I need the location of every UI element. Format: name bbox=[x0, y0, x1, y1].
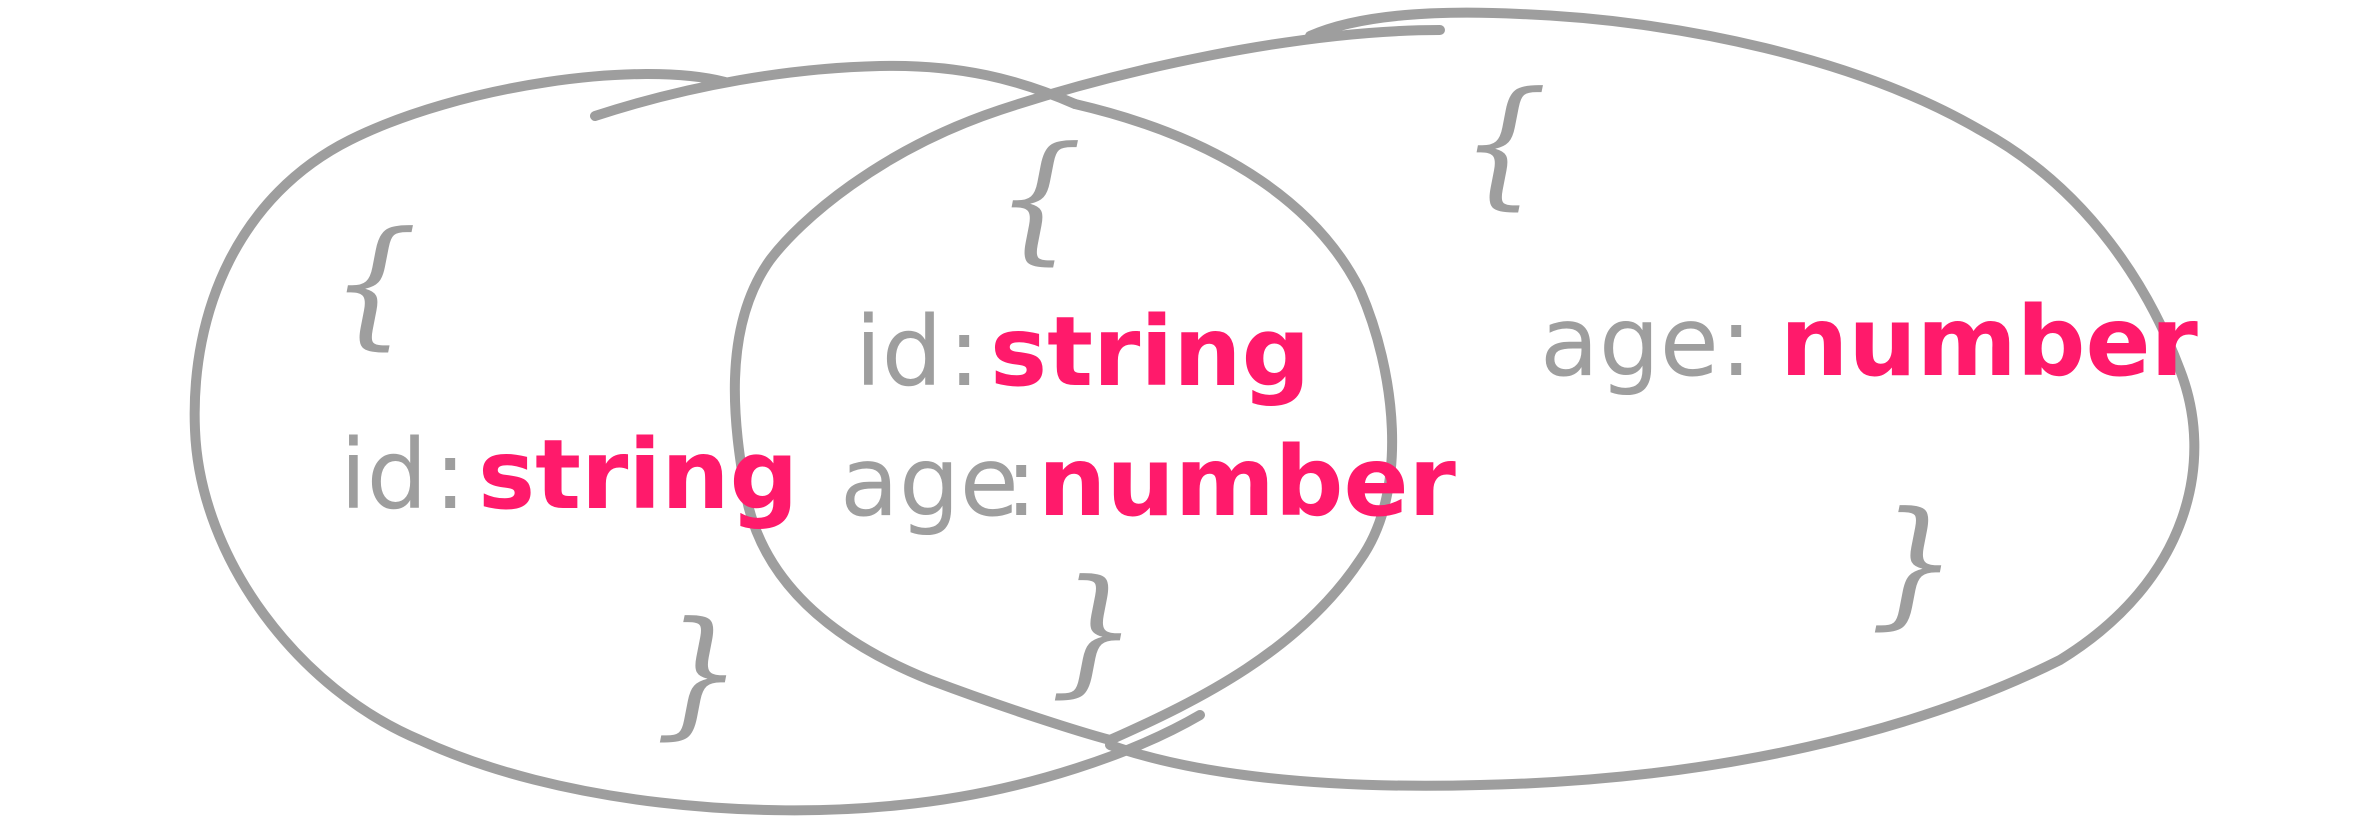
right-field-age: age : number bbox=[1540, 286, 2199, 398]
left-field-separator: : bbox=[434, 419, 466, 531]
right-field-age-separator: : bbox=[1720, 286, 1752, 398]
intersection-field-age-separator: : bbox=[1005, 426, 1037, 538]
left-close-brace: } bbox=[655, 592, 743, 753]
intersection-field-id-type: string bbox=[990, 296, 1310, 408]
intersection-field-id: id : string bbox=[855, 296, 1310, 408]
intersection-field-age-type: number bbox=[1038, 426, 1457, 538]
intersection-open-brace: { bbox=[995, 117, 1083, 278]
left-field-key: id bbox=[340, 419, 428, 531]
right-close-brace: } bbox=[1870, 482, 1958, 643]
right-open-brace: { bbox=[1460, 62, 1548, 223]
right-field-age-key: age bbox=[1540, 286, 1719, 398]
intersection-field-age-key: age bbox=[840, 426, 1019, 538]
intersection-field-id-separator: : bbox=[948, 296, 980, 408]
left-open-brace: { bbox=[330, 202, 418, 363]
right-field-age-type: number bbox=[1780, 286, 2199, 398]
intersection-close-brace: } bbox=[1050, 550, 1138, 711]
left-field-type: string bbox=[478, 419, 798, 531]
intersection-field-age: age : number bbox=[840, 426, 1457, 538]
venn-diagram: { id : string } { id : string age : numb… bbox=[189, 7, 2200, 816]
intersection-field-id-key: id bbox=[855, 296, 943, 408]
left-field-id: id : string bbox=[340, 419, 798, 531]
